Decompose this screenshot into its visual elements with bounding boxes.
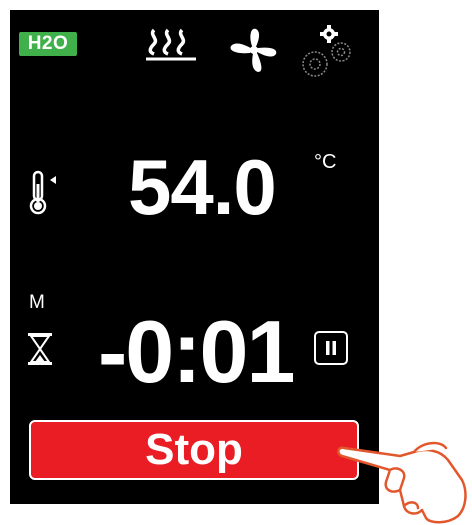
stop-button[interactable]: Stop	[29, 420, 359, 480]
temperature-readout: 54.0	[128, 143, 277, 231]
timer-mode-indicator: M	[29, 292, 45, 313]
pause-button[interactable]	[314, 331, 348, 365]
pointing-hand-icon	[330, 430, 470, 525]
pause-icon	[326, 341, 336, 355]
timer-readout: -0:01	[98, 302, 295, 401]
fan-icon	[228, 26, 280, 76]
thermometer-icon	[28, 170, 58, 216]
heating-icon	[144, 28, 198, 62]
temperature-unit: °C	[314, 151, 337, 173]
hourglass-icon	[27, 332, 53, 366]
settings-gears-icon	[297, 24, 367, 84]
water-mode-badge: H2O	[19, 32, 77, 56]
oven-display-screen: H2O 54.0 °C M -0:01 Stop	[10, 10, 379, 504]
